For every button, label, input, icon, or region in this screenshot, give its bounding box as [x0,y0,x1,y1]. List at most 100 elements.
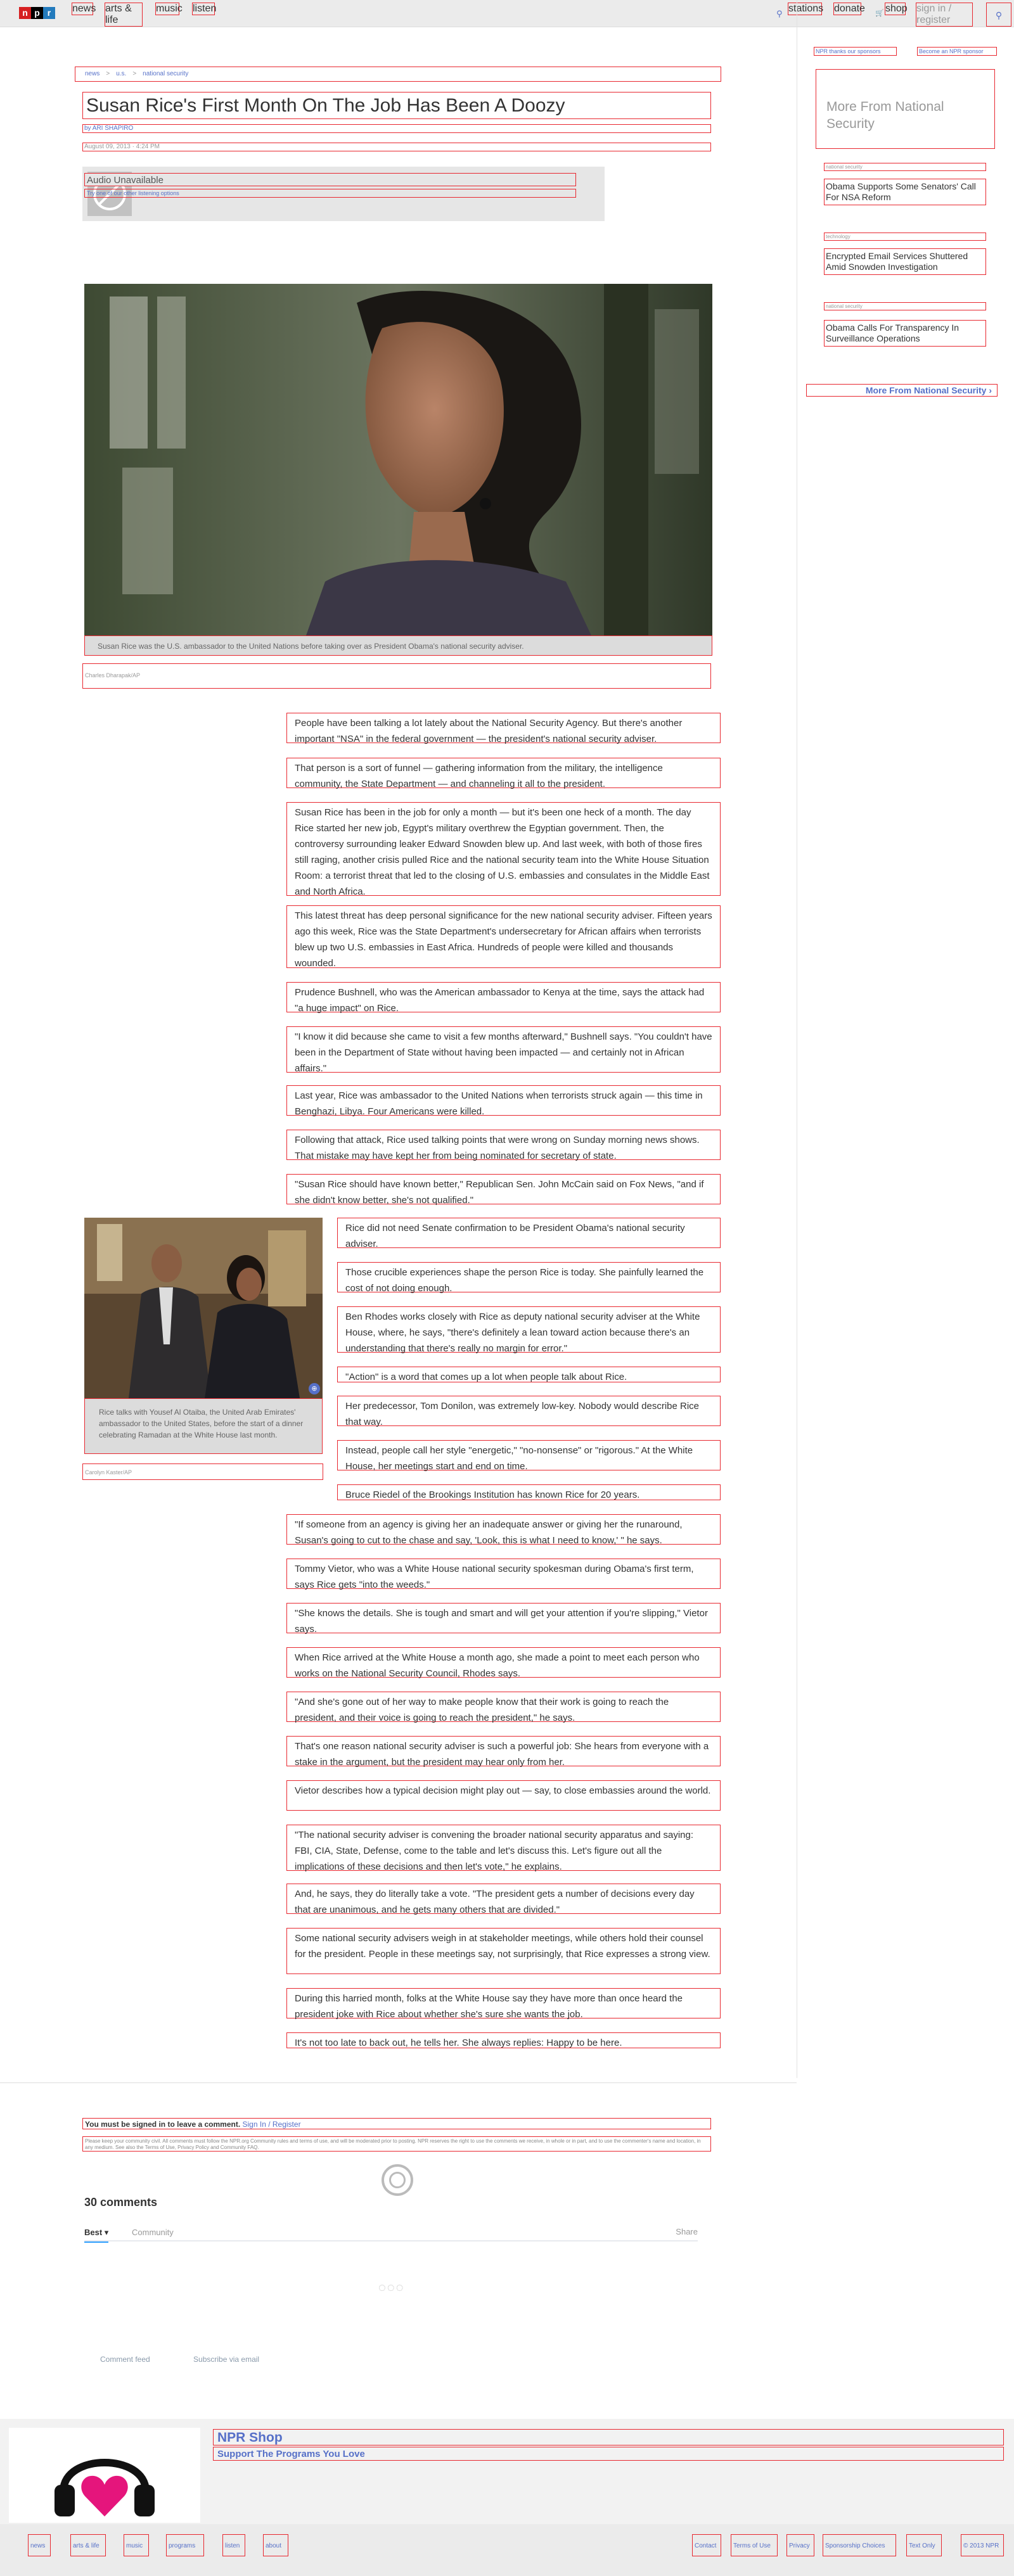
article-paragraph: Bruce Riedel of the Brookings Institutio… [337,1484,721,1500]
enlarge-icon[interactable]: ⊕ [309,1383,320,1394]
article-paragraph: Vietor describes how a typical decision … [286,1780,721,1811]
article-paragraph: Some national security advisers weigh in… [286,1928,721,1974]
article-paragraph: "If someone from an agency is giving her… [286,1514,721,1546]
disqus-icon [382,2164,413,2196]
nav-listen[interactable]: listen [192,3,216,15]
hero-photo [84,284,712,635]
footer-privacy[interactable]: Privacy [786,2534,814,2556]
article-paragraph: Susan Rice has been in the job for only … [286,802,721,897]
tab-best[interactable]: Best ▾ [84,2228,109,2243]
article-paragraph: Last year, Rice was ambassador to the Un… [286,1085,721,1117]
comments-footer: Comment feed Subscribe via email [84,2355,698,2364]
article-paragraph: Those crucible experiences shape the per… [337,1262,721,1294]
sidebar-item-tag[interactable]: national security [824,302,986,310]
sidebar-item-title[interactable]: Obama Supports Some Senators' Call For N… [824,179,986,205]
logo-letter-p: p [31,7,43,19]
comments-count: 30 comments [84,2196,158,2209]
breadcrumb-news[interactable]: news [85,70,99,77]
nav-arts-life[interactable]: arts & life [105,3,143,27]
footer-about[interactable]: about [263,2534,288,2556]
sidebar-item-tag[interactable]: technology [824,233,986,241]
sidebar-item-tag[interactable]: national security [824,163,986,171]
audio-title: Audio Unavailable [84,173,576,186]
become-sponsor-link[interactable]: Become an NPR sponsor [917,47,997,56]
npr-logo[interactable]: n p r [19,7,55,19]
footer-news[interactable]: news [28,2534,51,2556]
footer-terms[interactable]: Terms of Use [731,2534,778,2556]
article-paragraph: Ben Rhodes works closely with Rice as de… [337,1306,721,1354]
nav-music[interactable]: music [155,3,183,15]
audio-options-link[interactable]: Try one of our other listening options [84,189,576,198]
more-national-security-link[interactable]: More From National Security › [806,384,998,397]
article-paragraph: It's not too late to back out, he tells … [286,2032,721,2048]
article-paragraph: During this harried month, folks at the … [286,1988,721,2020]
sponsors-link[interactable]: NPR thanks our sponsors [814,47,897,56]
article-paragraph: Tommy Vietor, who was a White House nati… [286,1559,721,1590]
breadcrumb: news > u.s. > national security [75,67,721,82]
article-paragraph: Instead, people call her style "energeti… [337,1440,721,1472]
article-paragraph: "And she's gone out of her way to make p… [286,1692,721,1723]
article-paragraph: "I know it did because she came to visit… [286,1026,721,1074]
nav-stations[interactable]: stations [788,3,823,15]
nav-news[interactable]: news [72,3,96,15]
nav-sign-in[interactable]: sign in / register [916,3,973,27]
article-paragraph: When Rice arrived at the White House a m… [286,1647,721,1679]
article-paragraph: And, he says, they do literally take a v… [286,1884,721,1915]
cart-icon: 🛒 [875,10,884,17]
headphones-heart-icon[interactable] [9,2428,200,2523]
top-nav: n p r news arts & life music listen ⚲ st… [0,0,1014,27]
byline[interactable]: by ARI SHAPIRO [82,124,711,133]
article-paragraph: "Susan Rice should have known better," R… [286,1174,721,1206]
article-paragraph: Prudence Bushnell, who was the American … [286,982,721,1014]
article-paragraph: People have been talking a lot lately ab… [286,713,721,744]
footer-programs[interactable]: programs [166,2534,204,2556]
article-paragraph: That's one reason national security advi… [286,1736,721,1768]
logo-letter-n: n [19,7,31,19]
footer-listen[interactable]: listen [222,2534,245,2556]
comment-feed-link[interactable]: Comment feed [100,2355,150,2364]
breadcrumb-national-security[interactable]: national security [143,70,188,77]
dateline: August 09, 2013 · 4:24 PM [82,143,711,151]
nav-shop[interactable]: shop [885,3,908,15]
share-button[interactable]: Share [676,2227,698,2236]
article-paragraph: Rice did not need Senate confirmation to… [337,1218,721,1249]
hero-caption: Susan Rice was the U.S. ambassador to th… [84,635,712,656]
breadcrumb-us[interactable]: u.s. [116,70,126,77]
article-paragraph: "Action" is a word that comes up a lot w… [337,1367,721,1382]
sidebar-item-title[interactable]: Obama Calls For Transparency In Surveill… [824,320,986,347]
article-paragraph: This latest threat has deep personal sig… [286,905,721,969]
stations-icon: ⚲ [776,9,783,18]
article-paragraph: "The national security adviser is conven… [286,1825,721,1872]
shop-subtitle[interactable]: Support The Programs You Love [213,2447,1004,2461]
comment-policy: Please keep your community civil. All co… [82,2136,711,2152]
comment-tabs: Best ▾ Community Share [84,2224,698,2243]
article-paragraph: Her predecessor, Tom Donilon, was extrem… [337,1396,721,1427]
comments-divider [0,2082,797,2083]
nav-donate[interactable]: donate [833,3,865,15]
sidebar-item-title[interactable]: Encrypted Email Services Shuttered Amid … [824,248,986,275]
sidebar-heading: More From National Security [816,69,995,149]
footer-music[interactable]: music [124,2534,149,2556]
signin-text: You must be signed in to leave a comment… [85,2120,241,2129]
footer-text-only[interactable]: Text Only [906,2534,942,2556]
signin-link[interactable]: Sign In / Register [243,2120,301,2129]
hero-credit: Charles Dharapak/AP [82,663,711,689]
footer-contact[interactable]: Contact [692,2534,721,2556]
loading-spinner-icon: ◌◌◌ [378,2281,405,2295]
article-paragraph: That person is a sort of funnel — gather… [286,758,721,789]
shop-title[interactable]: NPR Shop [213,2429,1004,2445]
subscribe-email-link[interactable]: Subscribe via email [193,2355,259,2364]
tab-community[interactable]: Community [132,2228,174,2237]
page-title: Susan Rice's First Month On The Job Has … [82,92,711,119]
footer-arts-life[interactable]: arts & life [70,2534,106,2556]
signin-prompt: You must be signed in to leave a comment… [82,2118,711,2129]
logo-letter-r: r [43,7,55,19]
search-icon[interactable]: ⚲ [986,3,1011,27]
footer-copyright: © 2013 NPR [961,2534,1004,2556]
article-paragraph: "She knows the details. She is tough and… [286,1603,721,1635]
page-root: n p r news arts & life music listen ⚲ st… [0,0,1014,2576]
inline-credit: Carolyn Kaster/AP [82,1463,323,1480]
inline-caption: Rice talks with Yousef Al Otaiba, the Un… [84,1398,323,1454]
article-paragraph: Following that attack, Rice used talking… [286,1130,721,1161]
footer-sponsorship[interactable]: Sponsorship Choices [823,2534,896,2556]
